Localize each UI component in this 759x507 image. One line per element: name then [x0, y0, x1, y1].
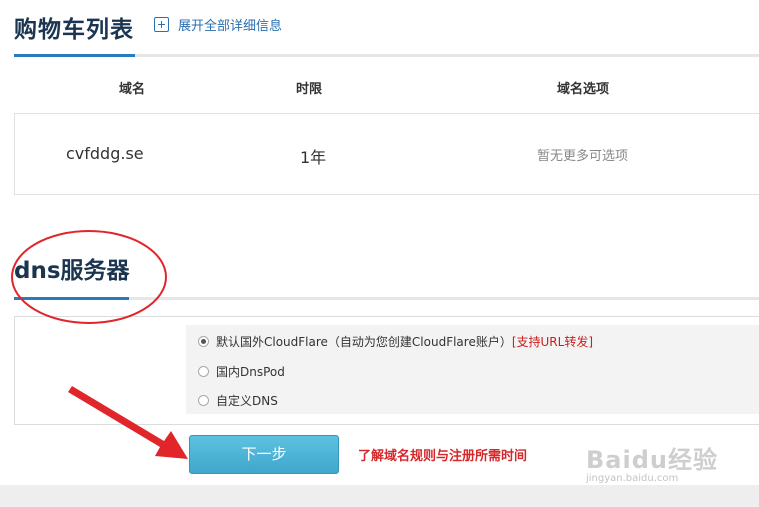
dns-option-cloudflare[interactable]: 默认国外CloudFlare（自动为您创建CloudFlare账户） [支持UR…	[198, 333, 593, 350]
cart-table-header: 域名 时限 域名选项	[14, 60, 759, 112]
dns-option-cloudflare-label: 默认国外CloudFlare（自动为您创建CloudFlare账户）	[216, 335, 512, 349]
cart-table-row: cvfddg.se 1年 暂无更多可选项	[14, 113, 759, 195]
radio-unchecked-icon[interactable]	[198, 395, 209, 406]
watermark-url: jingyan.baidu.com	[586, 473, 679, 484]
cell-options: 暂无更多可选项	[537, 149, 629, 164]
expand-all-label: 展开全部详细信息	[178, 19, 283, 34]
radio-unchecked-icon[interactable]	[198, 366, 209, 377]
cart-title: 购物车列表	[14, 17, 134, 43]
dns-option-custom-label: 自定义DNS	[216, 394, 278, 408]
expand-plus-icon	[154, 17, 169, 32]
dns-option-custom[interactable]: 自定义DNS	[198, 392, 278, 409]
dns-option-dnspod[interactable]: 国内DnsPod	[198, 363, 285, 380]
domain-rules-link[interactable]: 了解域名规则与注册所需时间	[358, 445, 527, 464]
radio-checked-icon[interactable]	[198, 336, 209, 347]
cell-domain: cvfddg.se	[66, 144, 144, 163]
dns-title: dns服务器	[14, 258, 130, 284]
column-header-domain: 域名	[119, 82, 146, 97]
watermark-brand: Baidu经验	[586, 446, 718, 474]
dns-title-underline	[14, 297, 129, 300]
column-header-term: 时限	[296, 82, 323, 97]
next-step-button[interactable]: 下一步	[189, 435, 339, 474]
url-forward-tag: [支持URL转发]	[511, 335, 594, 349]
cart-title-underline	[14, 54, 135, 57]
column-header-options: 域名选项	[557, 82, 610, 97]
cell-term: 1年	[300, 148, 327, 167]
expand-all-link[interactable]: 展开全部详细信息	[154, 15, 282, 34]
dns-option-dnspod-label: 国内DnsPod	[216, 365, 285, 379]
baidu-watermark: Baidu经验 jingyan.baidu.com	[586, 440, 756, 490]
